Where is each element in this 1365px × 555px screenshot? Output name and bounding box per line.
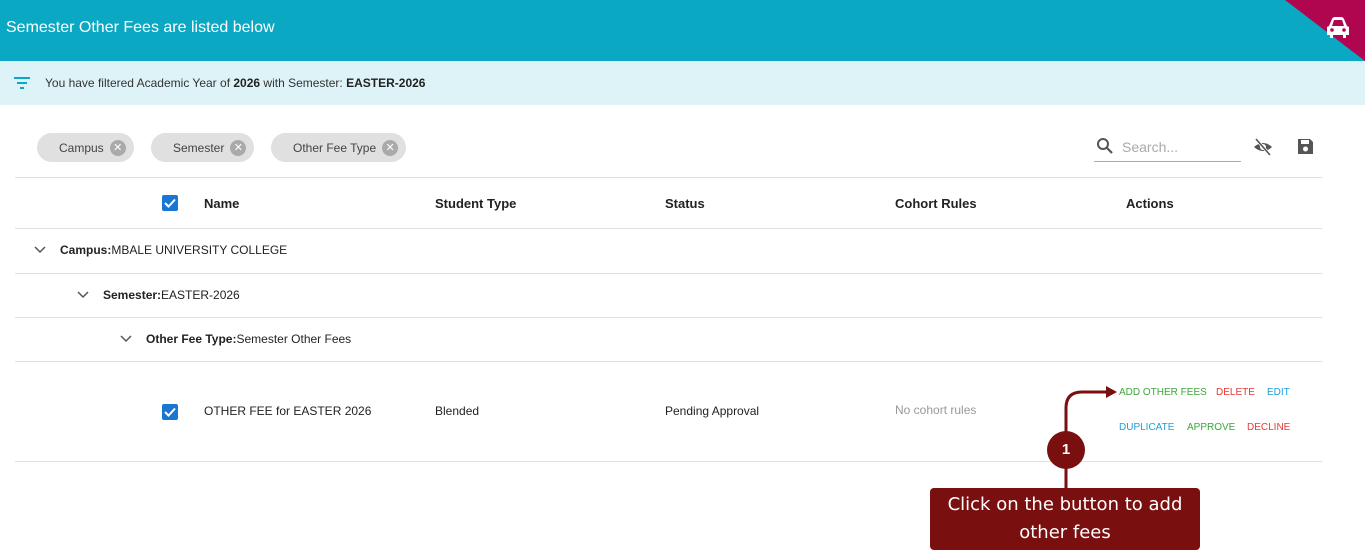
page-title: Semester Other Fees are listed below <box>6 19 275 36</box>
column-header-name[interactable]: Name <box>204 196 239 211</box>
column-header-actions: Actions <box>1126 196 1174 211</box>
row-status: Pending Approval <box>665 404 760 418</box>
duplicate-button[interactable]: DUPLICATE <box>1119 422 1174 433</box>
chip-other-fee-type[interactable]: Other Fee Type ✕ <box>271 133 407 162</box>
row-checkbox[interactable] <box>162 404 178 420</box>
divider <box>15 361 1322 362</box>
chip-remove-icon[interactable]: ✕ <box>230 139 247 156</box>
search-icon <box>1097 138 1113 154</box>
car-icon[interactable] <box>1325 16 1351 40</box>
chip-label: Semester <box>173 140 225 155</box>
search-input[interactable] <box>1122 136 1237 158</box>
divider <box>15 317 1322 318</box>
filter-icon <box>14 77 30 89</box>
page-header: Semester Other Fees are listed below <box>0 0 1365 61</box>
add-other-fees-button[interactable]: ADD OTHER FEES <box>1119 387 1207 398</box>
filter-summary-text: You have filtered Academic Year of 2026 … <box>45 76 426 90</box>
chip-label: Campus <box>59 140 104 155</box>
divider <box>15 228 1322 229</box>
filter-semester: EASTER-2026 <box>346 76 426 90</box>
column-header-status[interactable]: Status <box>665 196 705 211</box>
chip-label: Other Fee Type <box>293 140 377 155</box>
visibility-off-icon[interactable] <box>1253 138 1273 156</box>
chip-semester[interactable]: Semester ✕ <box>151 133 255 162</box>
chevron-down-icon[interactable] <box>77 291 89 299</box>
row-cohort-rules: No cohort rules <box>895 403 977 417</box>
chevron-down-icon[interactable] <box>120 335 132 343</box>
select-all-checkbox[interactable] <box>162 195 178 211</box>
chip-remove-icon[interactable]: ✕ <box>109 139 126 156</box>
edit-button[interactable]: EDIT <box>1267 387 1290 398</box>
divider <box>15 177 1322 178</box>
chip-remove-icon[interactable]: ✕ <box>382 139 399 156</box>
column-header-cohort-rules[interactable]: Cohort Rules <box>895 196 977 211</box>
approve-button[interactable]: APPROVE <box>1187 422 1235 433</box>
decline-button[interactable]: DECLINE <box>1247 422 1290 433</box>
search-box[interactable] <box>1094 134 1241 162</box>
filter-summary-bar: You have filtered Academic Year of 2026 … <box>0 61 1365 105</box>
save-icon[interactable] <box>1297 138 1314 155</box>
group-row-semester[interactable]: Semester: EASTER-2026 <box>77 288 240 302</box>
divider <box>15 461 1322 462</box>
callout-tooltip: Click on the button to add other fees <box>930 488 1200 550</box>
delete-button[interactable]: DELETE <box>1216 387 1255 398</box>
row-student-type: Blended <box>435 404 480 418</box>
group-row-fee-type[interactable]: Other Fee Type: Semester Other Fees <box>120 332 351 346</box>
row-name: OTHER FEE for EASTER 2026 <box>204 404 372 418</box>
filter-year: 2026 <box>233 76 261 90</box>
divider <box>15 273 1322 274</box>
group-row-campus[interactable]: Campus: MBALE UNIVERSITY COLLEGE <box>34 243 287 257</box>
chip-campus[interactable]: Campus ✕ <box>37 133 134 162</box>
callout-step-badge: 1 <box>1047 431 1085 469</box>
column-header-student-type[interactable]: Student Type <box>435 196 516 211</box>
chevron-down-icon[interactable] <box>34 246 46 254</box>
